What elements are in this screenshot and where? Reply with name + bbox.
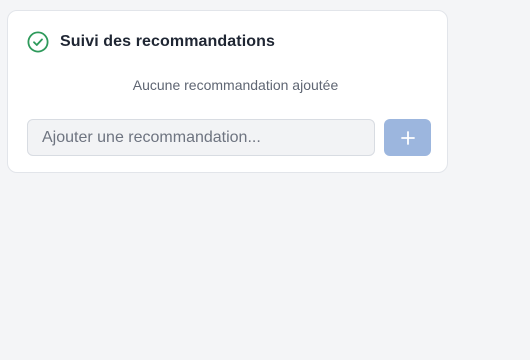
card-header: Suivi des recommandations: [27, 31, 275, 53]
add-recommendation-button[interactable]: [384, 119, 431, 156]
recommendations-card: Suivi des recommandations Aucune recomma…: [7, 10, 448, 173]
recommendation-input[interactable]: [27, 119, 375, 156]
card-title: Suivi des recommandations: [60, 33, 276, 50]
plus-icon: [400, 130, 415, 145]
check-circle-icon: [27, 31, 49, 53]
empty-state-message: Aucune recommandation ajoutée: [132, 77, 339, 93]
